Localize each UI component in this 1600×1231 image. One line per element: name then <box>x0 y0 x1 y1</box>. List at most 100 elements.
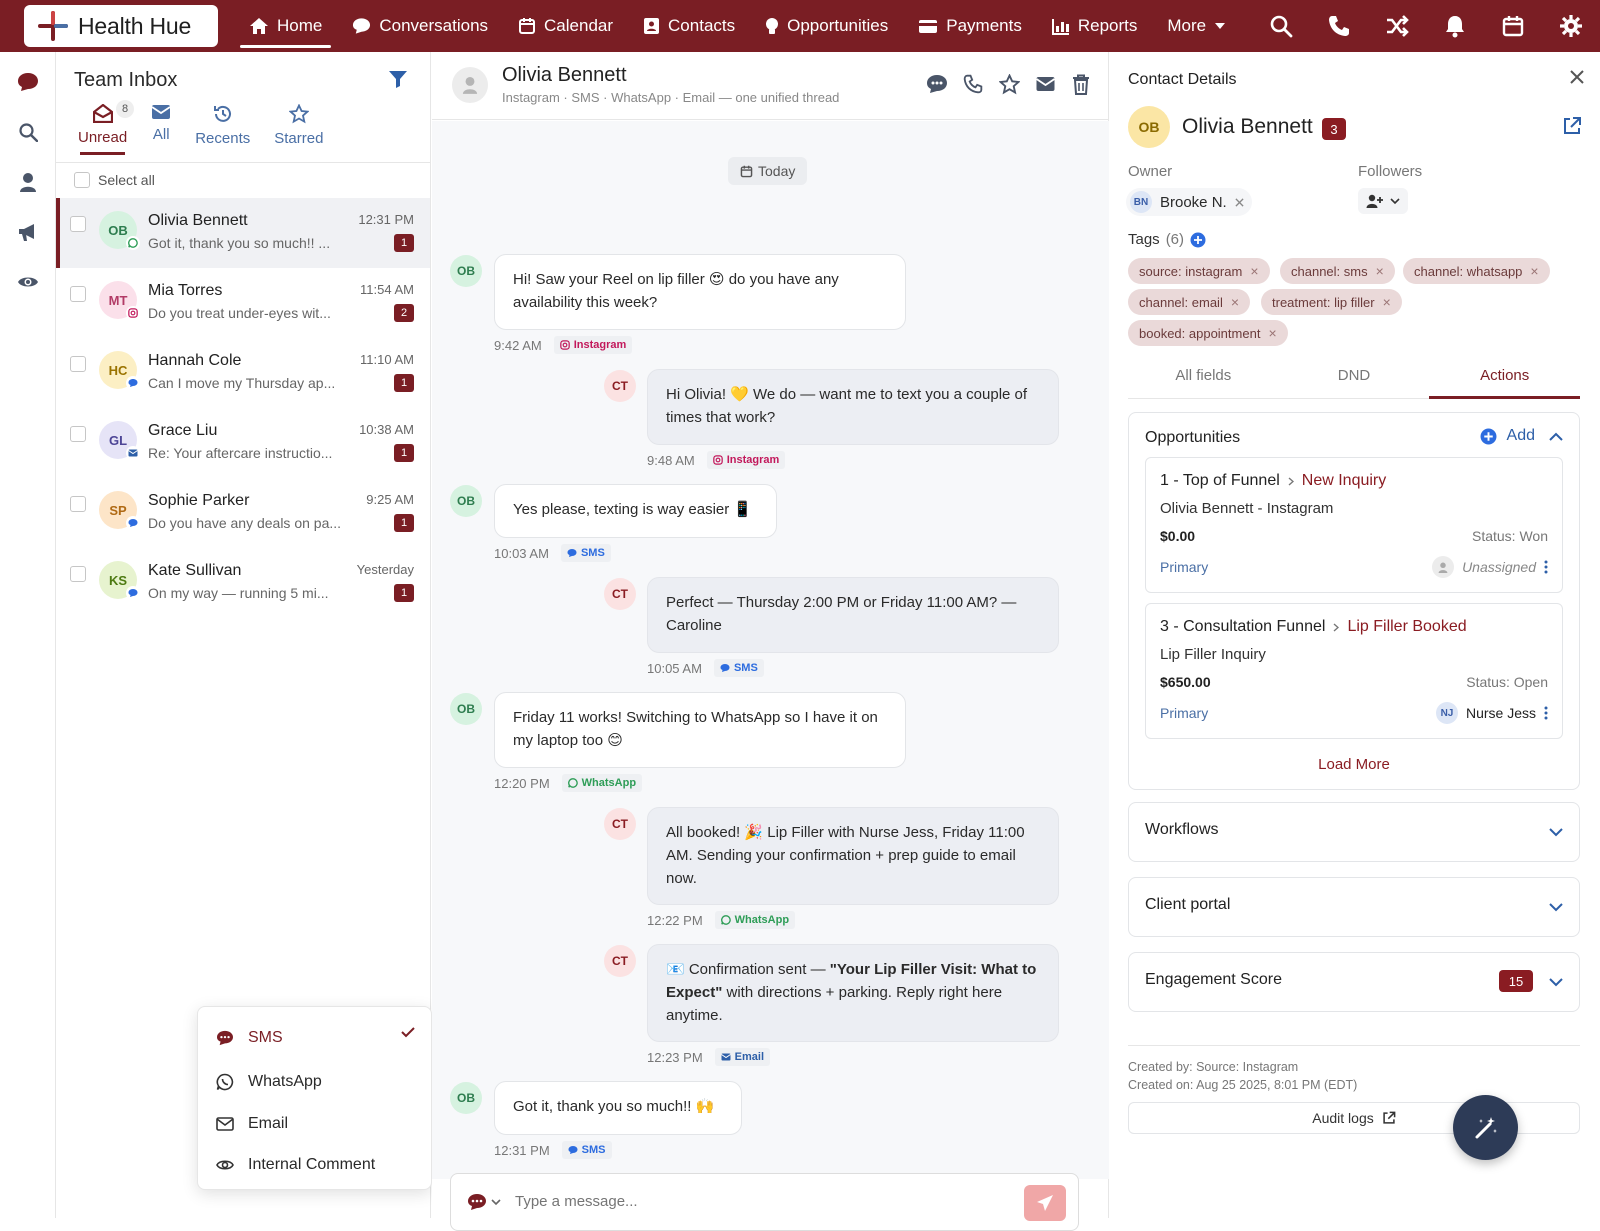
calendar-button[interactable] <box>1484 0 1542 52</box>
remove-tag-icon[interactable]: × <box>1268 325 1276 341</box>
filter-button[interactable] <box>388 70 408 88</box>
email-button[interactable] <box>1033 72 1057 96</box>
settings-button[interactable] <box>1542 0 1600 52</box>
incoming-message[interactable]: Got it, thank you so much!! 🙌 <box>494 1081 742 1135</box>
tab-starred[interactable]: Starred <box>262 104 335 147</box>
workflow-button[interactable] <box>1368 0 1426 52</box>
engagement-score-section[interactable]: Engagement Score 15 <box>1128 952 1580 1012</box>
conversation-row[interactable]: MT Mia Torres Do you treat under-eyes wit.… <box>56 268 430 338</box>
message-button[interactable] <box>925 72 949 96</box>
conversation-contact-name[interactable]: Olivia Bennett <box>502 64 627 87</box>
rail-conversations[interactable] <box>14 68 42 96</box>
incoming-message[interactable]: Hi! Saw your Reel on lip filler 😍 do you… <box>494 254 906 330</box>
channel-option-sms[interactable]: SMS <box>216 1029 283 1047</box>
incoming-message[interactable]: Friday 11 works! Switching to WhatsApp s… <box>494 692 906 768</box>
message-input[interactable] <box>515 1193 1015 1210</box>
whatsapp-icon <box>216 1073 234 1091</box>
rail-monitoring[interactable] <box>14 268 42 296</box>
phone-button[interactable] <box>1310 0 1368 52</box>
nav-payments[interactable]: Payments <box>903 0 1037 52</box>
tag-chip[interactable]: channel: email × <box>1128 289 1251 315</box>
remove-tag-icon[interactable]: × <box>1231 294 1239 310</box>
notifications-button[interactable] <box>1426 0 1484 52</box>
open-contact-button[interactable] <box>1562 116 1582 136</box>
rail-contacts[interactable] <box>14 168 42 196</box>
close-icon[interactable] <box>1235 197 1244 207</box>
assignee[interactable]: NJ Nurse Jess <box>1435 702 1548 724</box>
row-checkbox[interactable] <box>70 216 86 232</box>
remove-tag-icon[interactable]: × <box>1530 263 1538 279</box>
tab-dnd[interactable]: DND <box>1279 359 1430 398</box>
load-more-button[interactable]: Load More <box>1129 756 1579 773</box>
add-opportunity-button[interactable]: Add <box>1507 427 1535 445</box>
tab-recents[interactable]: Recents <box>183 104 262 147</box>
tab-actions[interactable]: Actions <box>1429 359 1580 399</box>
nav-reports[interactable]: Reports <box>1037 0 1153 52</box>
remove-tag-icon[interactable]: × <box>1250 263 1258 279</box>
incoming-message[interactable]: Yes please, texting is way easier 📱 <box>494 484 777 538</box>
conversation-row[interactable]: KS Kate Sullivan On my way — running 5 mi.… <box>56 548 430 618</box>
conversation-row[interactable]: SP Sophie Parker Do you have any deals on … <box>56 478 430 548</box>
app-logo[interactable]: Health Hue <box>24 5 218 47</box>
workflows-section[interactable]: Workflows <box>1128 802 1580 862</box>
close-details-button[interactable] <box>1570 70 1584 84</box>
add-follower-button[interactable] <box>1358 188 1408 214</box>
conversation-row[interactable]: GL Grace Liu Re: Your aftercare instructio… <box>56 408 430 478</box>
tab-all-fields[interactable]: All fields <box>1128 359 1279 398</box>
outgoing-message[interactable]: Perfect — Thursday 2:00 PM or Friday 11:… <box>647 577 1059 653</box>
add-icon[interactable] <box>1480 428 1497 445</box>
tab-unread[interactable]: 8 Unread <box>66 100 139 155</box>
remove-tag-icon[interactable]: × <box>1376 263 1384 279</box>
conversation-row[interactable]: OB Olivia Bennett Got it, thank you so muc… <box>56 198 430 268</box>
select-all-checkbox[interactable] <box>74 172 90 188</box>
row-checkbox[interactable] <box>70 286 86 302</box>
contact-avatar[interactable] <box>452 67 488 103</box>
nav-more[interactable]: More <box>1152 0 1241 52</box>
tag-chip[interactable]: source: instagram × <box>1128 258 1270 284</box>
channel-option-email[interactable]: Email <box>216 1115 288 1133</box>
outgoing-message[interactable]: Hi Olivia! 💛 We do — want me to text you… <box>647 369 1059 445</box>
nav-contacts[interactable]: Contacts <box>628 0 750 52</box>
outgoing-message[interactable]: All booked! 🎉 Lip Filler with Nurse Jess… <box>647 807 1059 905</box>
row-checkbox[interactable] <box>70 566 86 582</box>
ai-assist-button[interactable] <box>1453 1095 1518 1160</box>
tag-chip[interactable]: channel: whatsapp × <box>1403 258 1550 284</box>
more-vertical-icon[interactable] <box>1544 560 1548 574</box>
tab-all[interactable]: All <box>139 104 183 147</box>
nav-calendar[interactable]: Calendar <box>503 0 628 52</box>
nav-home[interactable]: Home <box>234 0 337 52</box>
conversation-row[interactable]: HC Hannah Cole Can I move my Thursday ap..… <box>56 338 430 408</box>
remove-tag-icon[interactable]: × <box>1383 294 1391 310</box>
more-vertical-icon[interactable] <box>1544 706 1548 720</box>
rail-campaigns[interactable] <box>14 218 42 246</box>
channel-option-whatsapp[interactable]: WhatsApp <box>216 1073 322 1091</box>
tag-chip[interactable]: channel: sms × <box>1280 258 1395 284</box>
chevron-up-icon[interactable] <box>1549 432 1563 441</box>
global-search-button[interactable] <box>1252 0 1310 52</box>
channel-option-internal-comment[interactable]: Internal Comment <box>216 1156 375 1174</box>
tag-chip[interactable]: treatment: lip filler × <box>1261 289 1402 315</box>
delete-button[interactable] <box>1069 72 1093 96</box>
unread-count: 2 <box>394 304 414 322</box>
nav-opportunities[interactable]: Opportunities <box>750 0 903 52</box>
opportunity-card[interactable]: 3 - Consultation Funnel Lip Filler Booked… <box>1145 603 1563 739</box>
owner-chip[interactable]: BN Brooke N. <box>1126 188 1252 216</box>
outgoing-message[interactable]: 📧 Confirmation sent — "Your Lip Filler V… <box>647 944 1059 1042</box>
call-button[interactable] <box>961 72 985 96</box>
client-portal-section[interactable]: Client portal <box>1128 877 1580 937</box>
rail-search[interactable] <box>14 118 42 146</box>
star-button[interactable] <box>997 72 1021 96</box>
nav-conversations[interactable]: Conversations <box>337 0 503 52</box>
row-checkbox[interactable] <box>70 356 86 372</box>
unassigned-avatar <box>1432 556 1455 578</box>
assignee[interactable]: Unassigned <box>1432 556 1548 578</box>
row-checkbox[interactable] <box>70 426 86 442</box>
conversation-time: 12:31 PM <box>358 212 414 227</box>
row-checkbox[interactable] <box>70 496 86 512</box>
send-button[interactable] <box>1024 1185 1066 1221</box>
add-tag-icon[interactable] <box>1190 232 1206 248</box>
select-all[interactable]: Select all <box>74 172 155 188</box>
opportunity-card[interactable]: 1 - Top of Funnel New Inquiry Olivia Benne… <box>1145 457 1563 593</box>
channel-selector[interactable] <box>467 1193 501 1211</box>
tag-chip[interactable]: booked: appointment × <box>1128 320 1288 346</box>
